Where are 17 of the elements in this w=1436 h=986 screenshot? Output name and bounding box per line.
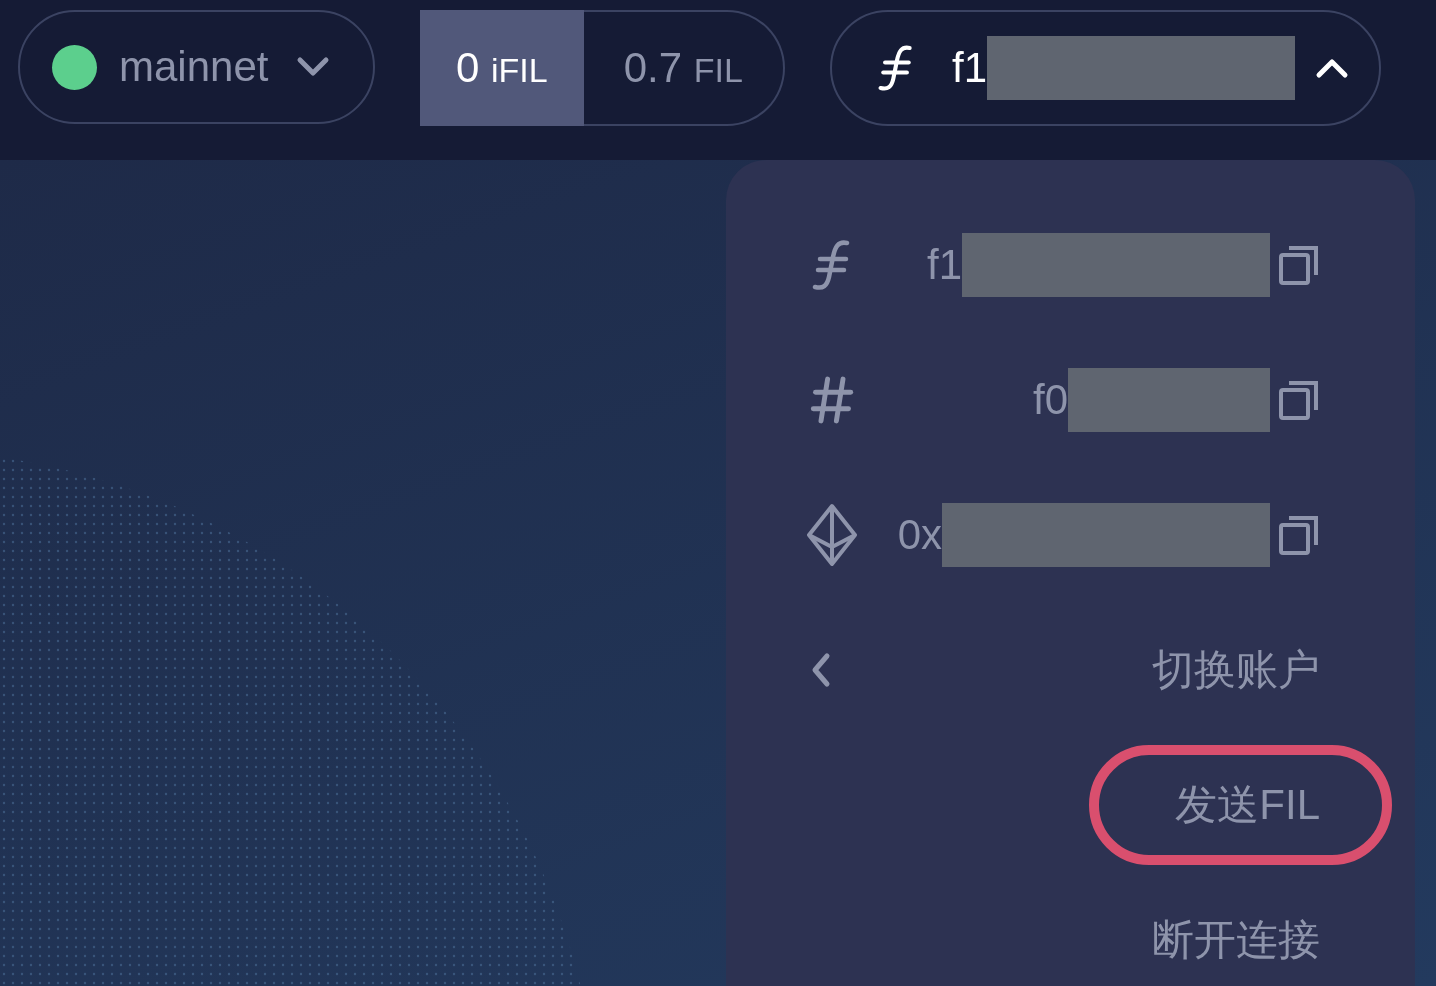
chevron-left-icon[interactable] bbox=[810, 652, 832, 688]
chevron-up-icon bbox=[1315, 57, 1349, 79]
copy-icon[interactable] bbox=[1278, 379, 1320, 421]
address-text: f1 bbox=[926, 241, 962, 289]
menu-item[interactable]: 发送FIL bbox=[1175, 777, 1320, 833]
address-text: 0x bbox=[897, 511, 942, 559]
balance-tab[interactable]: 0 iFIL bbox=[420, 10, 584, 126]
diamond-icon bbox=[806, 503, 858, 567]
copy-icon[interactable] bbox=[1278, 514, 1320, 556]
hash-icon bbox=[810, 374, 854, 426]
menu-item[interactable]: 切换账户 bbox=[1152, 642, 1320, 698]
network-selector[interactable]: mainnet bbox=[18, 10, 375, 124]
copy-icon[interactable] bbox=[1278, 244, 1320, 286]
address-text: f0 bbox=[1032, 376, 1068, 424]
menu-item[interactable]: 断开连接 bbox=[1152, 912, 1320, 968]
chevron-down-icon bbox=[296, 56, 331, 78]
account-selector[interactable]: f1 bbox=[830, 10, 1381, 126]
